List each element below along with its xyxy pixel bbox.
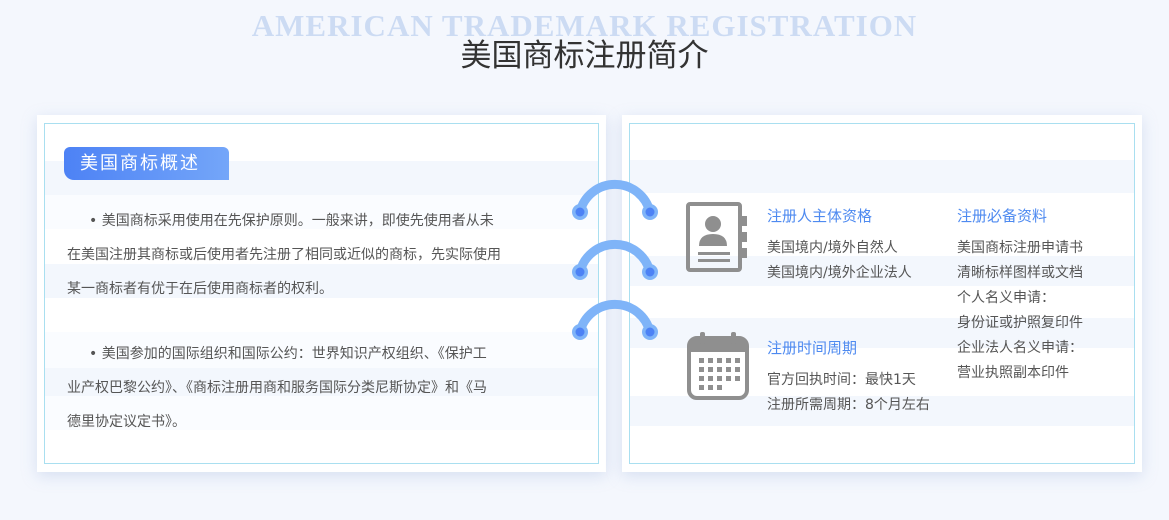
- overview-badge: 美国商标概述: [64, 147, 229, 180]
- overview-card: 美国商标概述 • 美国商标采用使用在先保护原则。一般来讲，即使先使用者从未 在美…: [37, 115, 606, 472]
- stripe: [630, 160, 1134, 193]
- overview-frame: 美国商标概述 • 美国商标采用使用在先保护原则。一般来讲，即使先使用者从未 在美…: [44, 123, 599, 464]
- text-line: 在美国注册其商标或后使用者先注册了相同或近似的商标，先实际使用: [67, 247, 501, 263]
- list-item: 美国境内/境外自然人: [767, 240, 898, 256]
- period-title: 注册时间周期: [767, 339, 858, 357]
- list-item: 营业执照副本印件: [957, 365, 1069, 381]
- materials-list: 美国商标注册申请书 清晰标样图样或文档 个人名义申请： 身份证或护照复印件 企业…: [957, 236, 1083, 386]
- bullet: •: [89, 213, 98, 229]
- list-item: 清晰标样图样或文档: [957, 265, 1083, 281]
- list-item: 美国境内/境外企业法人: [767, 265, 912, 281]
- overview-paragraph-conventions: • 美国参加的国际组织和国际公约：世界知识产权组织、《保护工 业产权巴黎公约》、…: [67, 337, 567, 439]
- card-connectors: [572, 179, 658, 340]
- connector-ring: [572, 239, 658, 280]
- list-item: 个人名义申请：: [957, 290, 1055, 306]
- page-title: 美国商标注册简介: [460, 38, 709, 74]
- text-line: • 美国参加的国际组织和国际公约：世界知识产权组织、《保护工: [89, 337, 567, 371]
- qualification-list: 美国境内/境外自然人 美国境内/境外企业法人: [767, 236, 912, 286]
- list-item: 美国商标注册申请书: [957, 240, 1083, 256]
- overview-paragraph-principle: • 美国商标采用使用在先保护原则。一般来讲，即使先使用者从未 在美国注册其商标或…: [67, 204, 567, 306]
- list-item: 官方回执时间：最快1天: [767, 372, 916, 388]
- text-line: 德里协定议定书》。: [67, 414, 186, 430]
- calendar-icon: [687, 330, 749, 404]
- list-item: 身份证或护照复印件: [957, 315, 1083, 331]
- text-line: • 美国商标采用使用在先保护原则。一般来讲，即使先使用者从未: [89, 204, 567, 238]
- materials-title: 注册必备资料: [957, 207, 1048, 225]
- qualification-title: 注册人主体资格: [767, 207, 873, 225]
- text-line: 业产权巴黎公约》、《商标注册用商和服务国际分类尼斯协定》和《马: [67, 380, 487, 396]
- period-list: 官方回执时间：最快1天 注册所需周期：8个月左右: [767, 368, 930, 418]
- connector-ring: [572, 299, 658, 340]
- text-line: 某一商标者有优于在后使用商标者的权利。: [67, 281, 333, 297]
- text-segment: 美国商标采用使用在先保护原则。一般来讲，即使先使用者从未: [101, 213, 494, 229]
- details-card: 注册人主体资格 美国境内/境外自然人 美国境内/境外企业法人 注册时间周期 官方…: [622, 115, 1142, 472]
- list-item: 企业法人名义申请：: [957, 340, 1083, 356]
- id-card-icon: [686, 202, 750, 278]
- list-item: 注册所需周期：8个月左右: [767, 397, 930, 413]
- bullet: •: [89, 346, 98, 362]
- details-frame: 注册人主体资格 美国境内/境外自然人 美国境内/境外企业法人 注册时间周期 官方…: [629, 123, 1135, 464]
- text-segment: 美国参加的国际组织和国际公约：世界知识产权组织、《保护工: [101, 346, 487, 362]
- connector-ring: [572, 179, 658, 220]
